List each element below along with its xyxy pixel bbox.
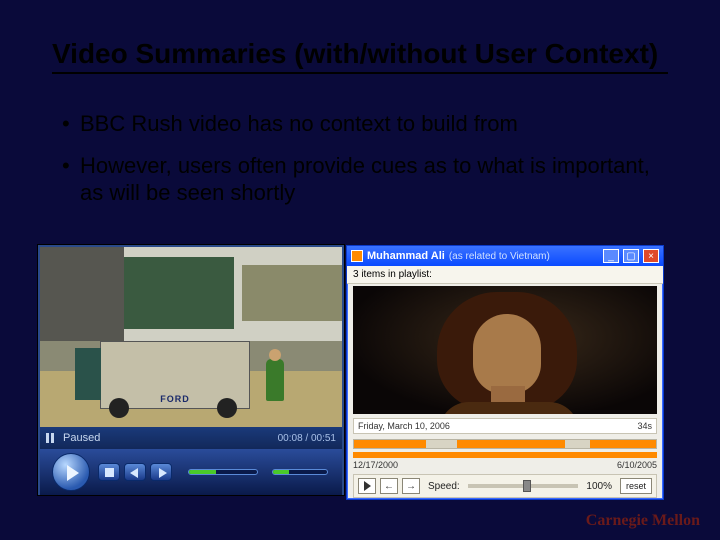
reset-button[interactable]: reset (620, 478, 652, 494)
stop-button[interactable] (98, 463, 120, 481)
window-subtitle: (as related to Vietnam) (449, 251, 550, 262)
scene-building (242, 265, 342, 321)
scene-building (124, 257, 234, 329)
scene-person (266, 359, 284, 401)
window-title: Muhammad Ali (367, 250, 445, 262)
playback-status: Paused (63, 432, 100, 444)
timeline-segments[interactable] (353, 439, 657, 449)
step-back-button[interactable]: ← (380, 478, 398, 494)
play-button[interactable] (358, 478, 376, 494)
slide-title: Video Summaries (with/without User Conte… (52, 38, 668, 74)
timeline-date-range: 12/17/2000 6/10/2005 (353, 460, 657, 470)
timeline-segment[interactable] (457, 440, 566, 448)
org-logo: Carnegie Mellon (586, 512, 700, 530)
speed-value: 100% (586, 481, 612, 492)
timeline-end-date: 6/10/2005 (617, 460, 657, 470)
status-bar: Paused 00:08 / 00:51 (40, 427, 342, 449)
bullet-item: However, users often provide cues as to … (62, 152, 650, 207)
play-button[interactable] (52, 453, 90, 491)
timeline-start-date: 12/17/2000 (353, 460, 398, 470)
portrait-shoulders (439, 402, 579, 414)
timecode: 00:08 / 00:51 (278, 433, 336, 444)
summary-controls: ← → Speed: 100% reset (353, 474, 657, 498)
media-player-window: FORD Paused 00:08 / 00:51 (38, 245, 344, 495)
timeline-full[interactable] (353, 452, 657, 458)
transport-controls (40, 449, 342, 495)
clip-info-bar: Friday, March 10, 2006 34s (353, 418, 657, 434)
scene-wheel (109, 398, 129, 418)
bullet-list: BBC Rush video has no context to build f… (62, 110, 650, 221)
window-titlebar[interactable]: Muhammad Ali (as related to Vietnam) _ ▢… (347, 246, 663, 266)
volume-slider[interactable] (188, 469, 258, 475)
timeline-segment[interactable] (590, 440, 656, 448)
maximize-button[interactable]: ▢ (623, 249, 639, 263)
speed-label: Speed: (428, 481, 460, 492)
clip-duration: 34s (637, 421, 652, 431)
pause-icon (46, 433, 55, 443)
video-frame-right[interactable] (353, 286, 657, 414)
video-frame-left[interactable]: FORD (40, 247, 342, 427)
app-icon (351, 250, 363, 262)
timeline-segment[interactable] (354, 440, 426, 448)
minimize-button[interactable]: _ (603, 249, 619, 263)
prev-button[interactable] (124, 463, 146, 481)
seek-slider[interactable] (272, 469, 328, 475)
scene-truck: FORD (100, 341, 250, 409)
scene-wheel (217, 398, 237, 418)
playlist-count: 3 items in playlist: (347, 266, 663, 284)
truck-brand-label: FORD (160, 394, 190, 404)
clip-date: Friday, March 10, 2006 (358, 421, 450, 431)
summary-player-window: Muhammad Ali (as related to Vietnam) _ ▢… (346, 245, 664, 500)
bullet-item: BBC Rush video has no context to build f… (62, 110, 650, 138)
next-button[interactable] (150, 463, 172, 481)
portrait-face (473, 314, 541, 394)
close-button[interactable]: × (643, 249, 659, 263)
slider-thumb-icon[interactable] (523, 480, 531, 492)
step-fwd-button[interactable]: → (402, 478, 420, 494)
speed-slider[interactable] (468, 484, 579, 488)
